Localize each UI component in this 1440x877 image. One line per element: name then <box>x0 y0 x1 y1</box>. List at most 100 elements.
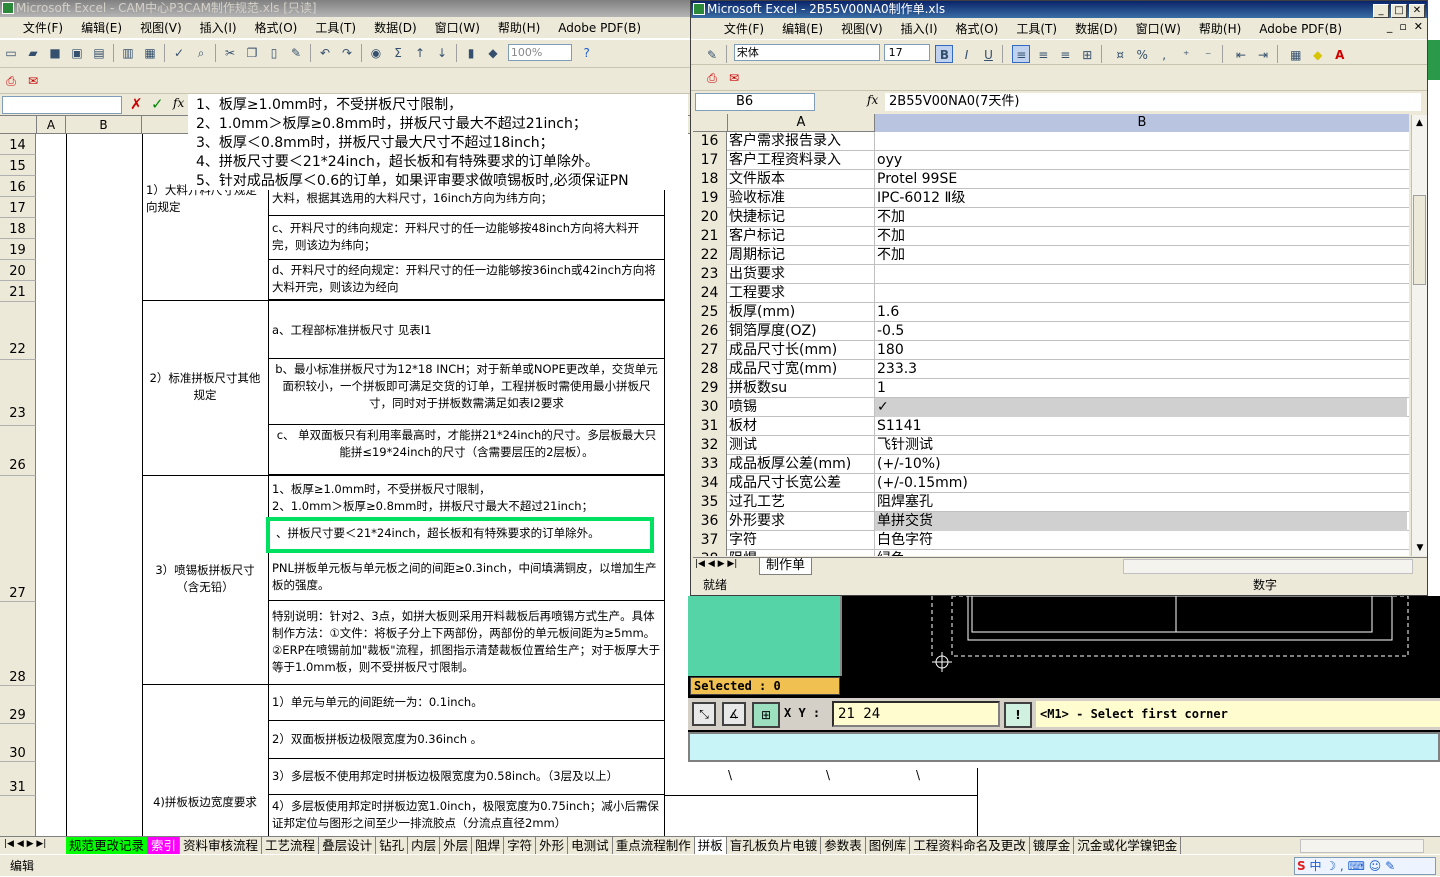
row-header[interactable]: 34 <box>693 474 727 493</box>
grid-snap-icon[interactable]: ⊞ <box>752 702 780 728</box>
hyperlink-icon[interactable]: ◉ <box>367 44 385 62</box>
cut-icon[interactable]: ✂ <box>221 44 239 62</box>
row-header[interactable]: 37 <box>693 531 727 550</box>
row-header[interactable]: 31 <box>693 417 727 436</box>
cell-a[interactable]: 文件版本 <box>727 170 875 189</box>
menu-insert[interactable]: 插入(I) <box>892 18 947 39</box>
pdf-convert-icon[interactable]: ⎙ <box>703 69 721 87</box>
new-icon[interactable]: ▭ <box>2 44 20 62</box>
cell-b[interactable] <box>875 132 1407 151</box>
paste-icon[interactable]: ▯ <box>265 44 283 62</box>
sort-asc-icon[interactable]: ↑ <box>411 44 429 62</box>
spelling-icon[interactable]: ✓ <box>170 44 188 62</box>
cell-b[interactable]: 单拼交货 <box>875 512 1407 531</box>
row-header[interactable]: 28 <box>693 360 727 379</box>
user-icon[interactable]: ☺ <box>1369 859 1382 873</box>
menu-file[interactable]: 文件(F) <box>14 17 72 38</box>
help-icon[interactable]: ? <box>578 44 596 62</box>
right-horizontal-scrollbar[interactable] <box>1123 559 1413 574</box>
cell-row-27-line1[interactable]: 1、板厚≥1.0mm时，不受拼板尺寸限制， <box>269 479 665 497</box>
menu-view[interactable]: 视图(V) <box>131 17 191 38</box>
menu-tools[interactable]: 工具(T) <box>1007 18 1066 39</box>
sheet-tab[interactable]: 盲孔板负片电镀 <box>727 837 822 854</box>
col-header-b[interactable]: B <box>66 116 142 134</box>
sheet-tab[interactable]: 阻焊 <box>472 837 505 854</box>
col-header-a[interactable]: A <box>727 114 875 132</box>
row-header[interactable]: 16 <box>693 132 727 151</box>
scroll-up-icon[interactable]: ▲ <box>1412 115 1427 131</box>
cell-b[interactable]: 飞针测试 <box>875 436 1407 455</box>
row-header[interactable]: 14 <box>0 134 36 155</box>
cell-b[interactable]: 不加 <box>875 246 1407 265</box>
row-header[interactable]: 32 <box>693 436 727 455</box>
sheet-tab[interactable]: 工艺流程 <box>262 837 320 854</box>
cell-a[interactable]: 成品尺寸长(mm) <box>727 341 875 360</box>
cell-b[interactable]: 不加 <box>875 227 1407 246</box>
doc-restore-icon[interactable]: ▫ <box>1399 20 1406 33</box>
sheet-tab[interactable]: 规范更改记录 <box>66 837 149 854</box>
menu-format[interactable]: 格式(O) <box>947 18 1008 39</box>
cell-a[interactable]: 测试 <box>727 436 875 455</box>
cell-a[interactable]: 出货要求 <box>727 265 875 284</box>
cell-b[interactable] <box>875 265 1407 284</box>
xy-input[interactable]: 21 24 <box>832 701 1000 727</box>
font-color-icon[interactable]: A <box>1331 46 1349 64</box>
cell-b[interactable]: oyy <box>875 151 1407 170</box>
print-preview-icon[interactable]: ▤ <box>90 44 108 62</box>
punct-icon[interactable]: , <box>1340 859 1344 873</box>
sheet-tab[interactable]: 参数表 <box>821 837 866 854</box>
cell-a[interactable]: 阻焊 <box>727 550 875 556</box>
cell-b[interactable]: 1 <box>875 379 1407 398</box>
row-header[interactable]: 15 <box>0 155 36 176</box>
ime-mode[interactable]: 中 <box>1309 859 1321 873</box>
cell-row-20[interactable]: d、开料尺寸的经向规定：开料尺寸的任一边能够按36inch或42inch方向将大… <box>269 260 665 300</box>
merge-center-icon[interactable]: ⊞ <box>1078 46 1096 64</box>
cell-a[interactable]: 字符 <box>727 531 875 550</box>
cell-a[interactable]: 快捷标记 <box>727 208 875 227</box>
cell-b[interactable]: Protel 99SE <box>875 170 1407 189</box>
cell-b[interactable]: 180 <box>875 341 1407 360</box>
preview-icon[interactable]: ▦ <box>141 44 159 62</box>
fill-color-icon[interactable]: ◆ <box>1309 46 1327 64</box>
cell-row-31a[interactable]: 3）多层板不使用邦定时拼板边极限宽度为0.58inch。（3层及以上） <box>269 759 665 795</box>
sheet-tab[interactable]: 字符 <box>504 837 537 854</box>
cell-b[interactable]: 白色字符 <box>875 531 1407 550</box>
row-header[interactable]: 30 <box>0 724 36 762</box>
right-vertical-scrollbar[interactable]: ▲ ▼ <box>1411 115 1427 556</box>
bold-icon[interactable]: B <box>935 45 954 63</box>
align-right-icon[interactable]: ≡ <box>1056 46 1074 64</box>
row-header[interactable]: 20 <box>0 260 36 281</box>
cell-a[interactable]: 周期标记 <box>727 246 875 265</box>
row-header[interactable]: 17 <box>693 151 727 170</box>
cell-a[interactable]: 喷锡 <box>727 398 875 417</box>
row-header[interactable]: 21 <box>0 281 36 302</box>
drawing-icon[interactable]: ◆ <box>484 44 502 62</box>
doc-minimize-icon[interactable]: _ <box>1387 20 1393 33</box>
format-painter-icon[interactable]: ✎ <box>287 44 305 62</box>
underline-icon[interactable]: U <box>979 46 997 64</box>
tab-nav-icon[interactable]: |◀ ◀ ▶ ▶| <box>695 559 737 569</box>
menu-tools[interactable]: 工具(T) <box>306 17 365 38</box>
sheet-tab[interactable]: 钻孔 <box>376 837 409 854</box>
sheet-tab[interactable]: 重点流程制作 <box>613 837 695 854</box>
cell-b[interactable]: IPC-6012 Ⅱ级 <box>875 189 1407 208</box>
cell-row-18[interactable]: c、开料尺寸的纬向规定：开料尺寸的任一边能够按48inch方向将大料开完，则该边… <box>269 218 665 260</box>
cell-a[interactable]: 外形要求 <box>727 512 875 531</box>
copy-icon[interactable]: ❐ <box>243 44 261 62</box>
sheet-tab[interactable]: 内层 <box>408 837 441 854</box>
cell-a[interactable]: 拼板数su <box>727 379 875 398</box>
chart-icon[interactable]: ▮ <box>462 44 480 62</box>
sogou-icon[interactable]: S <box>1297 859 1306 873</box>
cell-b[interactable]: 阻焊塞孔 <box>875 493 1407 512</box>
maximize-icon[interactable]: □ <box>1391 4 1407 18</box>
cam-canvas[interactable] <box>842 596 1440 696</box>
scroll-thumb[interactable] <box>1413 195 1426 285</box>
row-header[interactable]: 18 <box>0 218 36 239</box>
ime-toolbar[interactable]: S 中 ☽ , ⌨ ☺ ✎ <box>1294 857 1436 875</box>
sheet-tab[interactable]: 电测试 <box>568 837 613 854</box>
sheet-tab-zhizuodan[interactable]: 制作单 <box>759 558 813 575</box>
row-header[interactable]: 23 <box>0 360 36 426</box>
row-header[interactable]: 23 <box>693 265 727 284</box>
menu-help[interactable]: 帮助(H) <box>1190 18 1250 39</box>
open-icon[interactable]: ▰ <box>24 44 42 62</box>
